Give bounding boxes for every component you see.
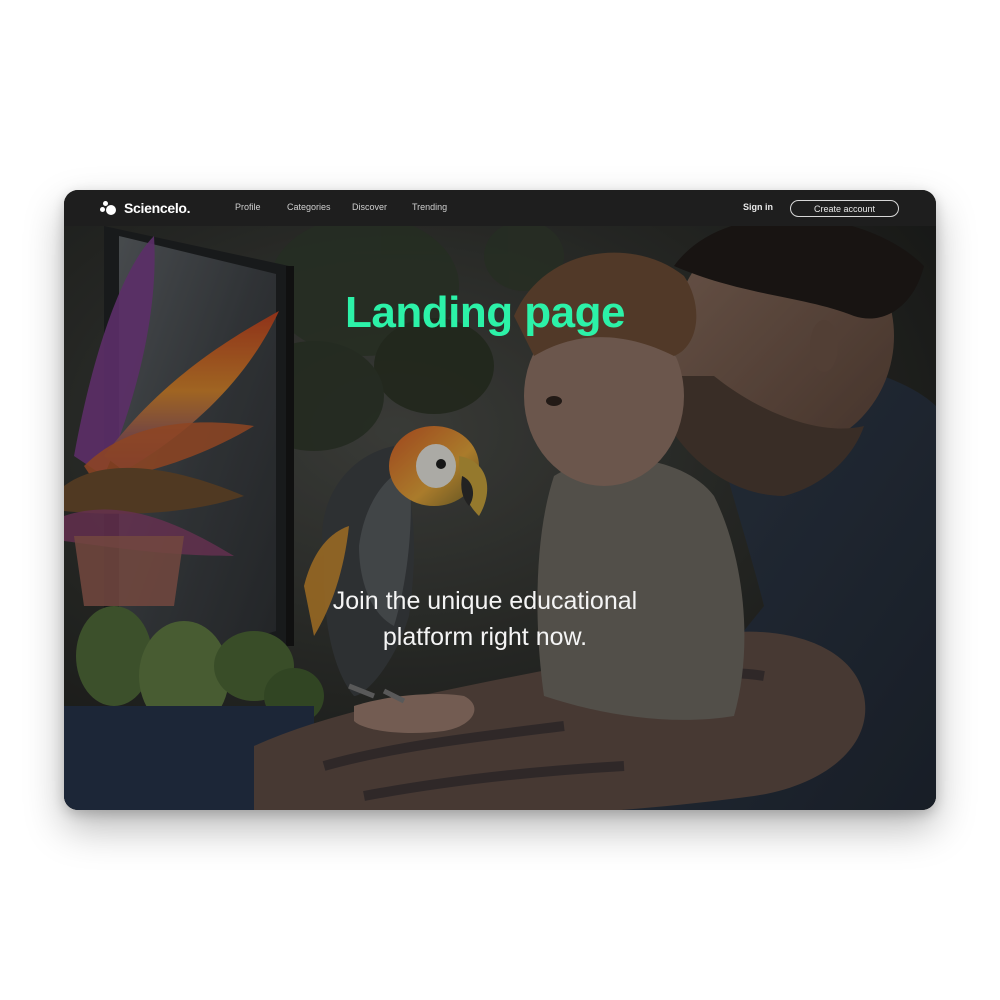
sign-in-link[interactable]: Sign in — [743, 202, 773, 212]
brand-logo[interactable]: Sciencelo. — [100, 198, 191, 218]
nav-link-trending[interactable]: Trending — [412, 202, 447, 212]
nav-link-categories[interactable]: Categories — [287, 202, 331, 212]
brand-name: Sciencelo. — [124, 200, 191, 216]
hero-section: Landing page Join the unique educational… — [64, 226, 936, 810]
logo-dots-icon — [100, 198, 120, 218]
nav-link-profile[interactable]: Profile — [235, 202, 261, 212]
create-account-button[interactable]: Create account — [790, 200, 899, 217]
hero-title: Landing page — [345, 288, 626, 337]
landing-page-mockup: Sciencelo. Profile Categories Discover T… — [64, 190, 936, 810]
hero-subtitle: Join the unique educational platform rig… — [332, 587, 638, 651]
top-navbar: Sciencelo. Profile Categories Discover T… — [64, 190, 936, 226]
nav-link-discover[interactable]: Discover — [352, 202, 387, 212]
